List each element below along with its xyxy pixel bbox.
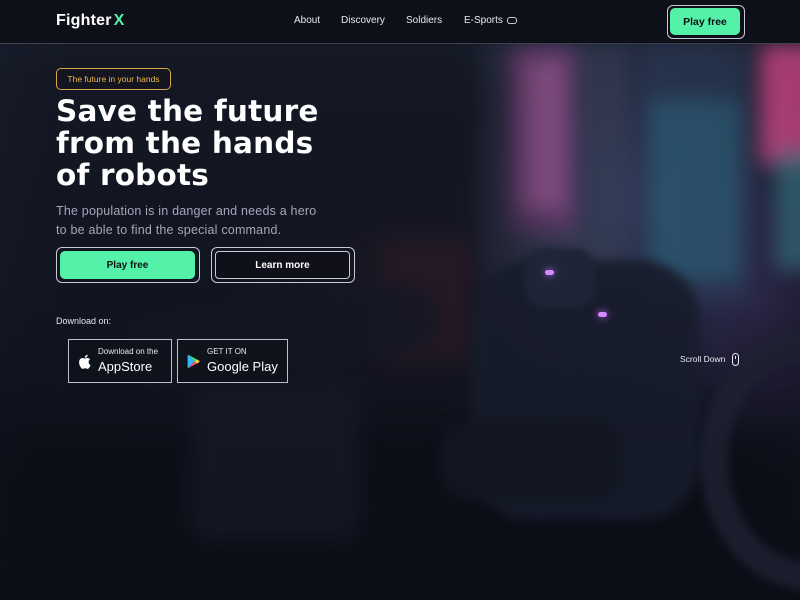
hero-background-image <box>0 0 800 600</box>
hero-badge: The future in your hands <box>56 68 171 90</box>
google-play-button[interactable]: GET IT ON Google Play <box>177 339 288 383</box>
hero-headline: Save the future from the hands of robots <box>56 95 376 191</box>
google-play-big-text: Google Play <box>207 359 278 374</box>
appstore-big-text: AppStore <box>98 359 153 374</box>
apple-icon <box>76 353 92 369</box>
nav-link-esports[interactable]: E-Sports <box>464 15 517 26</box>
hero-play-free-button[interactable]: Play free <box>60 251 195 279</box>
header-play-free-button[interactable]: Play free <box>670 8 740 35</box>
nav-link-discovery[interactable]: Discovery <box>341 15 385 26</box>
appstore-small-text: Download on the <box>98 347 159 356</box>
scroll-down-label[interactable]: Scroll Down <box>680 354 725 364</box>
google-play-icon <box>185 353 201 369</box>
subtext-line-1: The population is in danger and needs a … <box>56 204 317 218</box>
hero-subtext: The population is in danger and needs a … <box>56 202 356 240</box>
nav-link-esports-label: E-Sports <box>464 15 503 26</box>
headline-line-2: from the hands <box>56 126 314 160</box>
download-label: Download on: <box>56 316 112 326</box>
headline-line-1: Save the future <box>56 94 319 128</box>
nav-link-about[interactable]: About <box>294 15 320 26</box>
mouse-icon[interactable] <box>732 353 739 366</box>
headline-line-3: of robots <box>56 158 210 192</box>
logo[interactable]: Fighter X <box>56 12 125 30</box>
learn-more-button[interactable]: Learn more <box>215 251 350 279</box>
logo-accent: X <box>113 12 125 29</box>
google-play-small-text: GET IT ON <box>207 347 247 356</box>
top-navigation-bar: Fighter X About Discovery Soldiers E-Spor… <box>0 0 800 44</box>
appstore-button[interactable]: Download on the AppStore <box>68 339 172 383</box>
logo-text: Fighter <box>56 12 112 29</box>
nav-link-soldiers[interactable]: Soldiers <box>406 15 442 26</box>
gamepad-icon <box>506 17 517 24</box>
subtext-line-2: to be able to find the special command. <box>56 223 282 237</box>
